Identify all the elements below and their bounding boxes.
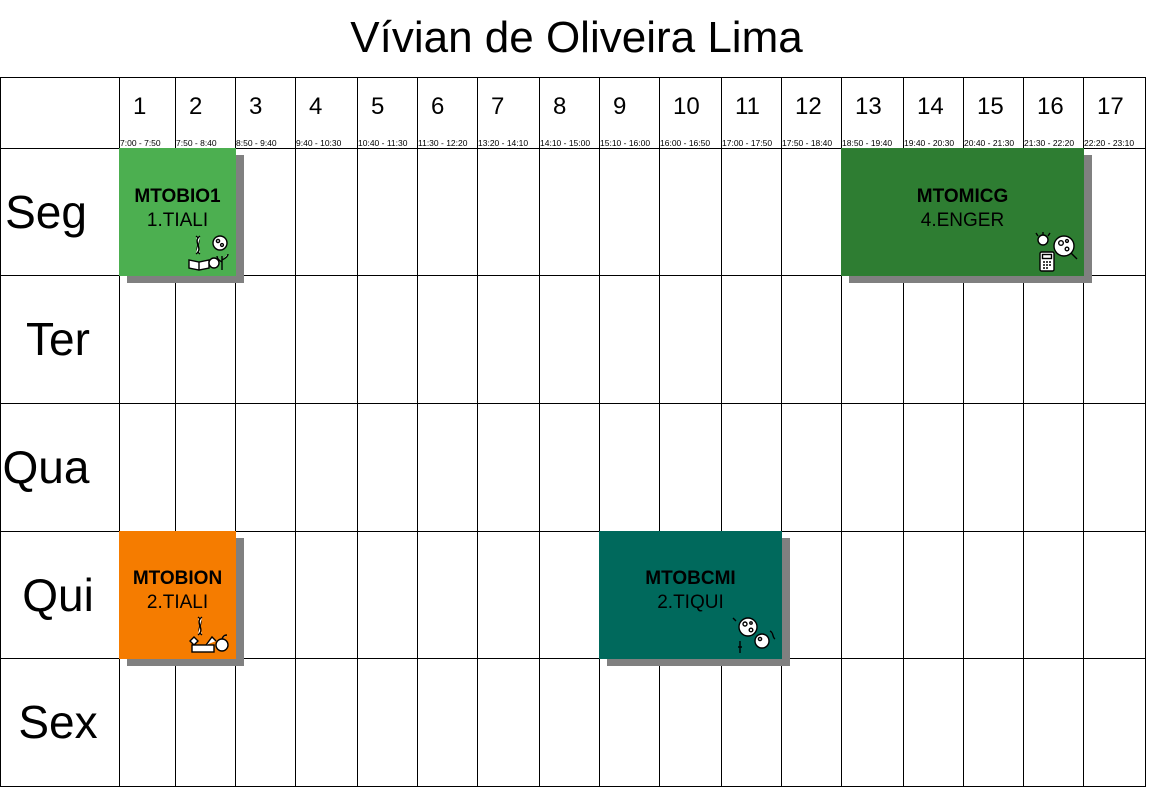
- period-number: 14: [917, 93, 944, 120]
- day-label-sex: Sex: [18, 696, 98, 748]
- class-code: MTOBCMI: [645, 568, 736, 589]
- period-time: 16:00 - 16:50: [660, 138, 711, 148]
- period-number: 5: [371, 93, 385, 120]
- class-group: 2.TIALI: [146, 592, 209, 613]
- class-group: 2.TIQUI: [657, 592, 724, 613]
- period-time: 13:20 - 14:10: [478, 138, 529, 148]
- biotech-food-icon: [186, 615, 230, 655]
- period-number: 17: [1097, 93, 1124, 120]
- period-number: 13: [855, 93, 882, 120]
- day-label-ter: Ter: [26, 313, 90, 365]
- class-code: MTOBIO1: [134, 186, 221, 207]
- grid-col-line: [357, 77, 358, 787]
- microbes-icon: [732, 615, 776, 655]
- period-time: 15:10 - 16:00: [600, 138, 651, 148]
- period-time: 7:00 - 7:50: [120, 138, 161, 148]
- period-time: 11:30 - 12:20: [418, 138, 468, 148]
- class-block[interactable]: MTOMICG 4.ENGER: [841, 148, 1084, 276]
- biology-icon: [186, 232, 230, 272]
- day-label-seg: Seg: [5, 186, 87, 238]
- grid-row-line: [0, 403, 1146, 404]
- period-number: 12: [795, 93, 822, 120]
- period-time: 9:40 - 10:30: [296, 138, 342, 148]
- grid-col-line: [599, 77, 600, 787]
- period-time: 10:40 - 11:30: [358, 138, 408, 148]
- period-time: 22:20 - 23:10: [1084, 138, 1135, 148]
- grid-col-line: [1145, 77, 1146, 787]
- class-group: 4.ENGER: [920, 210, 1005, 231]
- grid-col-line: [539, 77, 540, 787]
- grid-col-line: [477, 77, 478, 787]
- class-block[interactable]: MTOBION 2.TIALI: [119, 531, 236, 659]
- grid-row-line: [0, 77, 1146, 78]
- period-time: 18:50 - 19:40: [842, 138, 893, 148]
- period-number: 3: [249, 93, 263, 120]
- period-time: 21:30 - 22:20: [1024, 138, 1075, 148]
- grid-row-line: [0, 786, 1146, 787]
- period-number: 16: [1037, 93, 1064, 120]
- period-time: 20:40 - 21:30: [964, 138, 1015, 148]
- class-group: 1.TIALI: [146, 210, 209, 231]
- period-number: 10: [673, 93, 700, 120]
- schedule-grid: 1 7:00 - 7:50 2 7:50 - 8:40 3 8:50 - 9:40 4 9:4…: [0, 0, 1153, 793]
- period-time: 17:50 - 18:40: [782, 138, 833, 148]
- day-label-qua: Qua: [2, 441, 90, 493]
- period-number: 7: [491, 93, 505, 120]
- period-number: 15: [977, 93, 1004, 120]
- class-block[interactable]: MTOBIO1 1.TIALI: [119, 148, 236, 276]
- period-time: 8:50 - 9:40: [236, 138, 277, 148]
- period-number: 8: [553, 93, 567, 120]
- grid-col-line: [295, 77, 296, 787]
- period-number: 9: [613, 93, 627, 120]
- period-time: 14:10 - 15:00: [540, 138, 591, 148]
- class-code: MTOBION: [132, 568, 223, 589]
- class-code: MTOMICG: [916, 186, 1009, 207]
- period-time: 19:40 - 20:30: [904, 138, 955, 148]
- grid-col-line: [721, 77, 722, 787]
- period-number: 2: [189, 93, 203, 120]
- grid-col-line: [417, 77, 418, 787]
- period-number: 4: [309, 93, 323, 120]
- grid-col-line: [781, 77, 782, 787]
- period-number: 6: [431, 93, 445, 120]
- period-time: 7:50 - 8:40: [176, 138, 217, 148]
- day-label-qui: Qui: [22, 569, 94, 621]
- class-block[interactable]: MTOBCMI 2.TIQUI: [599, 531, 782, 659]
- microbiology-calculator-icon: [1034, 232, 1078, 272]
- period-time: 17:00 - 17:50: [722, 138, 773, 148]
- grid-col-line: [659, 77, 660, 787]
- period-number: 11: [735, 93, 760, 120]
- period-number: 1: [133, 93, 147, 120]
